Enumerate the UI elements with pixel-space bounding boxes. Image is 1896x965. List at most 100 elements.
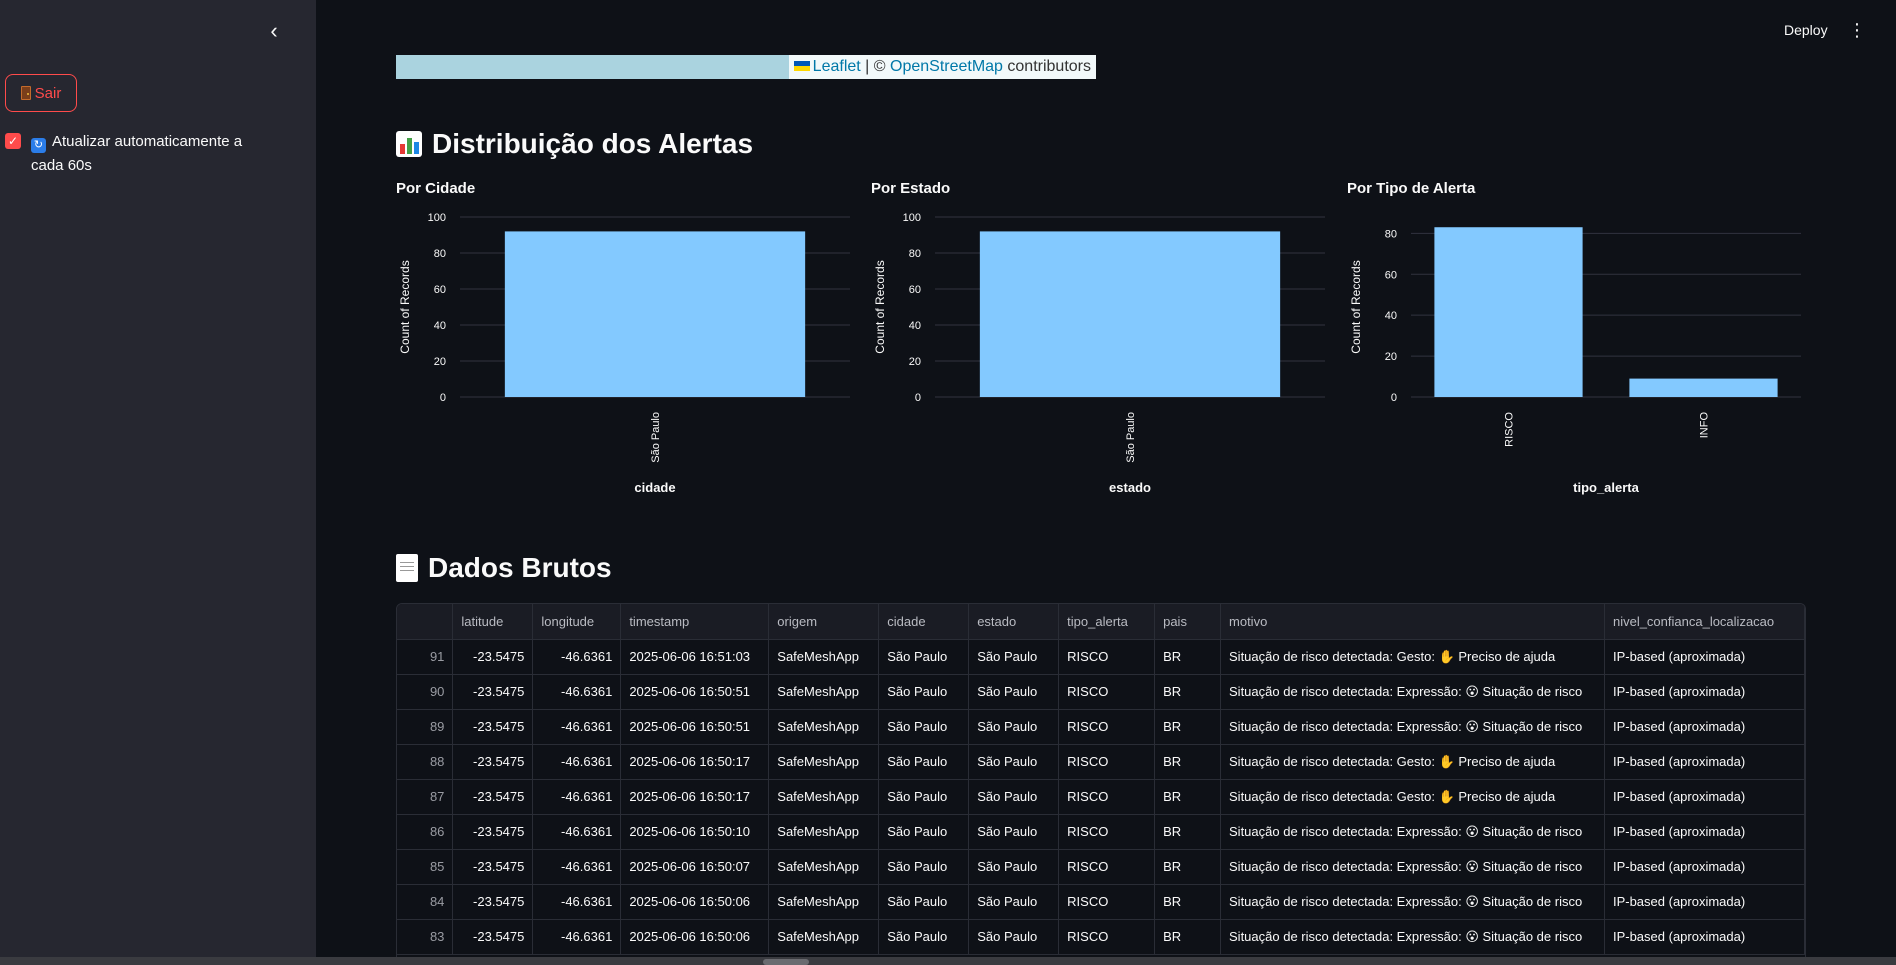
table-cell: BR <box>1154 709 1222 745</box>
table-cell: BR <box>1154 744 1222 780</box>
column-header[interactable]: origem <box>768 604 880 640</box>
scrollbar-thumb[interactable] <box>763 959 809 965</box>
table-cell: São Paulo <box>968 849 1060 885</box>
auto-refresh-checkbox[interactable]: ✓ <box>5 133 21 149</box>
auto-refresh-row: ✓ ↻ Atualizar automaticamente a cada 60s <box>5 130 265 178</box>
table-row[interactable]: 88 -23.5475 -46.6361 2025-06-06 16:50:17 Saf… <box>397 744 1805 780</box>
logout-label: Sair <box>34 84 62 102</box>
table-cell: RISCO <box>1058 919 1156 955</box>
table-cell: -23.5475 <box>452 639 534 675</box>
table-cell: SafeMeshApp <box>768 814 880 850</box>
table-cell: Situação de risco detectada: Gesto: ✋ Pr… <box>1220 744 1605 780</box>
y-axis-title: Count of Records <box>873 260 887 353</box>
table-cell: -23.5475 <box>452 779 534 815</box>
table-cell: BR <box>1154 674 1222 710</box>
table-cell: RISCO <box>1058 639 1156 675</box>
table-cell: BR <box>1154 884 1222 920</box>
logout-button[interactable]: Sair <box>5 74 77 112</box>
table-cell: SafeMeshApp <box>768 709 880 745</box>
table-cell: Situação de risco detectada: Expressão: … <box>1220 884 1605 920</box>
x-tick-label: São Paulo <box>1125 412 1137 463</box>
y-tick-label: 60 <box>909 284 921 296</box>
attribution-contributors: contributors <box>1002 58 1091 75</box>
table-cell: RISCO <box>1058 849 1156 885</box>
table-cell: IP-based (aproximada) <box>1604 709 1805 745</box>
table-cell: 86 <box>397 814 454 850</box>
x-axis-title: estado <box>1109 480 1151 495</box>
column-header[interactable]: nivel_confianca_localizacao <box>1604 604 1805 640</box>
table-cell: 2025-06-06 16:51:03 <box>620 639 770 675</box>
column-header[interactable]: tipo_alerta <box>1058 604 1156 640</box>
column-header[interactable] <box>397 604 454 640</box>
y-tick-label: 100 <box>428 212 446 224</box>
table-cell: São Paulo <box>878 884 970 920</box>
table-cell: 2025-06-06 16:50:07 <box>620 849 770 885</box>
deploy-button[interactable]: Deploy <box>1784 22 1828 38</box>
table-cell: São Paulo <box>968 709 1060 745</box>
bar-chart-icon <box>396 131 422 157</box>
column-header[interactable]: cidade <box>878 604 970 640</box>
table-cell: São Paulo <box>878 779 970 815</box>
x-axis-title: tipo_alerta <box>1573 480 1640 495</box>
horizontal-scrollbar[interactable] <box>0 957 1896 965</box>
table-cell: Situação de risco detectada: Expressão: … <box>1220 814 1605 850</box>
table-row[interactable]: 84 -23.5475 -46.6361 2025-06-06 16:50:06 Saf… <box>397 884 1805 920</box>
table-cell: São Paulo <box>878 709 970 745</box>
table-row[interactable]: 89 -23.5475 -46.6361 2025-06-06 16:50:51 Saf… <box>397 709 1805 745</box>
door-icon <box>20 86 31 100</box>
table-cell: São Paulo <box>968 884 1060 920</box>
column-header[interactable]: pais <box>1154 604 1222 640</box>
table-cell: -46.6361 <box>532 709 622 745</box>
table-cell: São Paulo <box>878 744 970 780</box>
y-axis-title: Count of Records <box>1349 260 1363 353</box>
auto-refresh-label-wrap[interactable]: ↻ Atualizar automaticamente a cada 60s <box>31 130 265 178</box>
table-cell: 89 <box>397 709 454 745</box>
table-row[interactable]: 90 -23.5475 -46.6361 2025-06-06 16:50:51 Saf… <box>397 674 1805 710</box>
osm-link[interactable]: OpenStreetMap <box>890 58 1003 75</box>
alerts-heading: Distribuição dos Alertas <box>396 128 753 160</box>
y-tick-label: 80 <box>434 248 446 260</box>
table-cell: SafeMeshApp <box>768 674 880 710</box>
table-cell: São Paulo <box>878 919 970 955</box>
y-tick-label: 20 <box>909 356 921 368</box>
y-tick-label: 0 <box>915 392 921 404</box>
y-tick-label: 60 <box>434 284 446 296</box>
table-cell: São Paulo <box>968 779 1060 815</box>
chevron-left-icon[interactable]: ‹ <box>262 20 286 44</box>
data-table[interactable]: latitude longitude timestamp origem cidade es… <box>396 603 1806 965</box>
column-header[interactable]: timestamp <box>620 604 770 640</box>
bar <box>1629 378 1778 397</box>
chart-por-estado: Por Estado 0 20 40 60 80 100 São Paulo estado Co… <box>871 180 1331 510</box>
table-cell: São Paulo <box>968 639 1060 675</box>
table-cell: RISCO <box>1058 744 1156 780</box>
table-cell: SafeMeshApp <box>768 919 880 955</box>
table-row[interactable]: 87 -23.5475 -46.6361 2025-06-06 16:50:17 Saf… <box>397 779 1805 815</box>
table-row[interactable]: 91 -23.5475 -46.6361 2025-06-06 16:51:03 Saf… <box>397 639 1805 675</box>
table-cell: IP-based (aproximada) <box>1604 849 1805 885</box>
leaflet-link[interactable]: Leaflet <box>813 58 861 75</box>
table-cell: SafeMeshApp <box>768 639 880 675</box>
table-cell: RISCO <box>1058 779 1156 815</box>
column-header[interactable]: longitude <box>532 604 622 640</box>
column-header[interactable]: latitude <box>452 604 534 640</box>
table-header-row: latitude longitude timestamp origem cidade es… <box>397 604 1805 640</box>
table-row[interactable]: 83 -23.5475 -46.6361 2025-06-06 16:50:06 Saf… <box>397 919 1805 955</box>
table-cell: 2025-06-06 16:50:10 <box>620 814 770 850</box>
table-cell: 87 <box>397 779 454 815</box>
refresh-icon: ↻ <box>31 138 46 153</box>
column-header[interactable]: motivo <box>1220 604 1605 640</box>
table-cell: São Paulo <box>878 639 970 675</box>
x-tick-label: INFO <box>1699 412 1711 439</box>
table-row[interactable]: 85 -23.5475 -46.6361 2025-06-06 16:50:07 Saf… <box>397 849 1805 885</box>
table-cell: -46.6361 <box>532 674 622 710</box>
table-row[interactable]: 86 -23.5475 -46.6361 2025-06-06 16:50:10 Saf… <box>397 814 1805 850</box>
table-cell: IP-based (aproximada) <box>1604 674 1805 710</box>
table-cell: IP-based (aproximada) <box>1604 884 1805 920</box>
x-axis-title: cidade <box>634 480 675 495</box>
table-cell: RISCO <box>1058 884 1156 920</box>
map-attribution: Leaflet | © OpenStreetMap contributors <box>788 55 1096 79</box>
table-cell: 2025-06-06 16:50:51 <box>620 709 770 745</box>
column-header[interactable]: estado <box>968 604 1060 640</box>
map-attribution-strip: Leaflet | © OpenStreetMap contributors <box>396 55 1096 79</box>
kebab-menu-icon[interactable]: ⋮ <box>1848 18 1866 42</box>
